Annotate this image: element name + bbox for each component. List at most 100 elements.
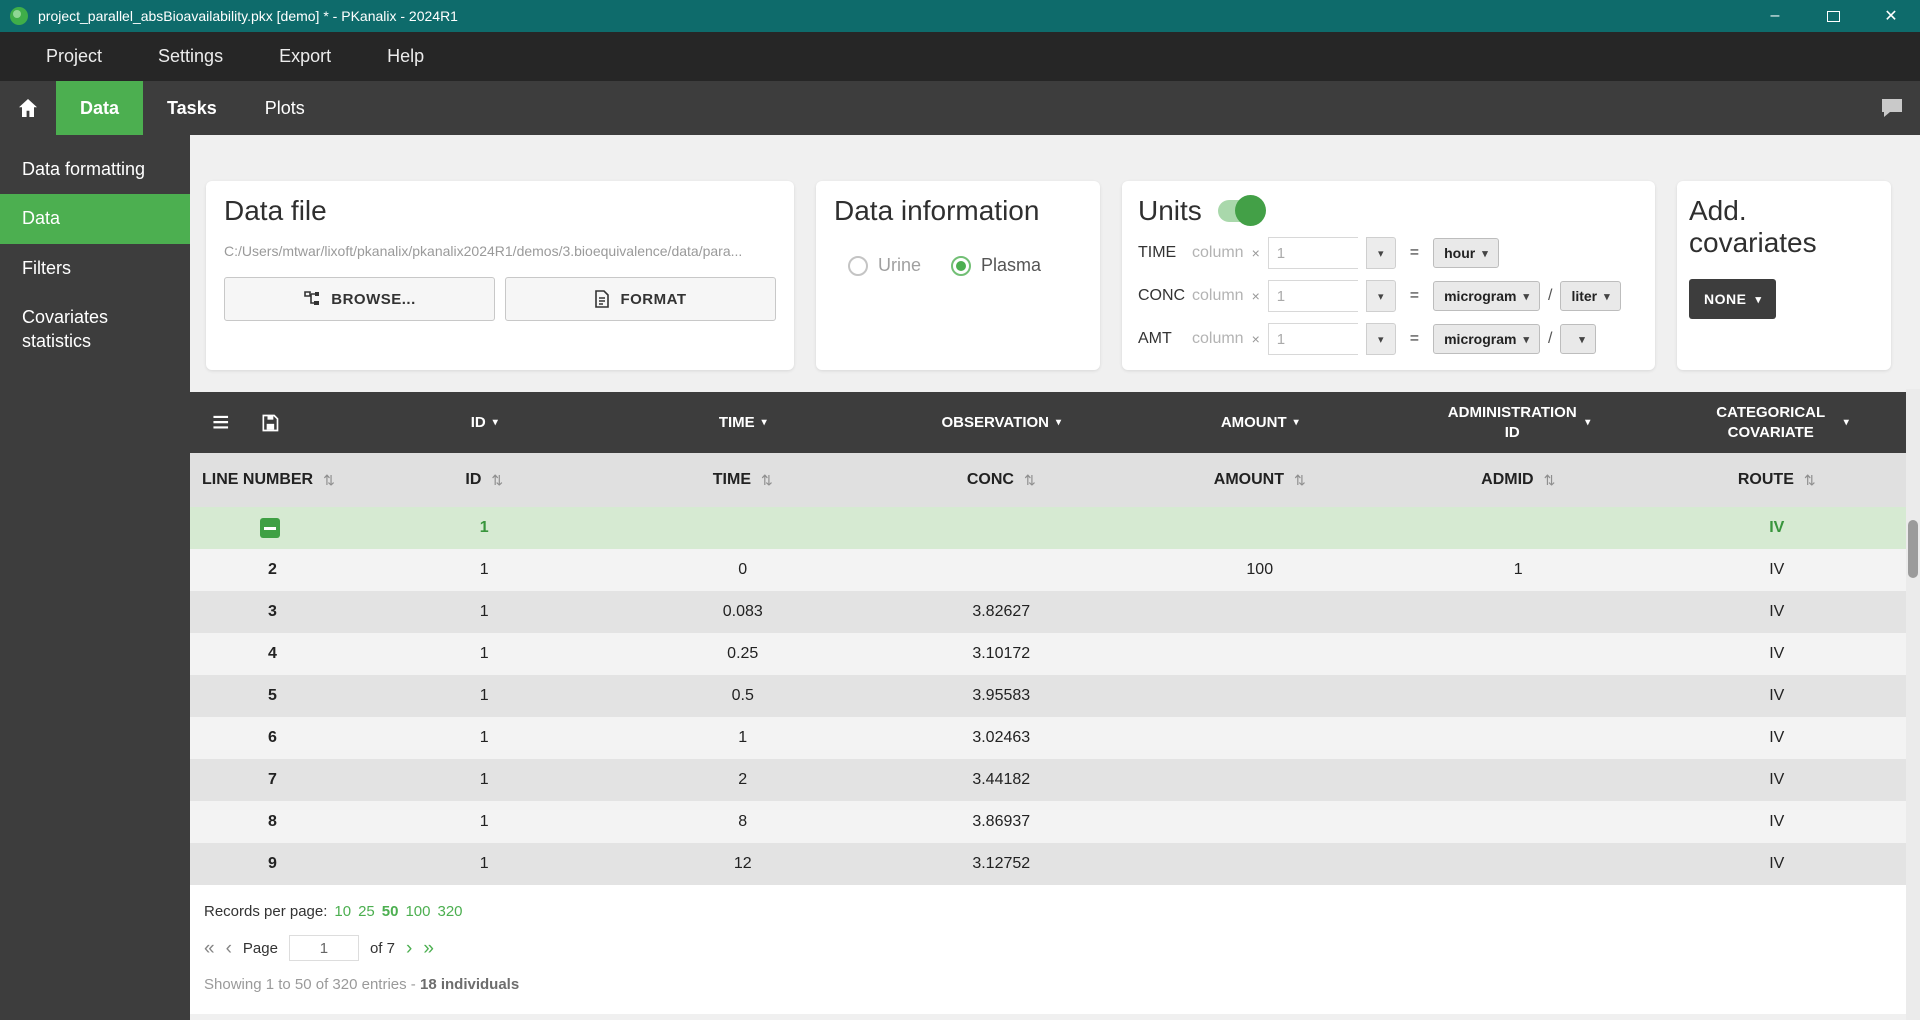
page-size-link[interactable]: 25 [358, 903, 375, 920]
chevron-down-icon: ▾ [1523, 333, 1529, 346]
conc-factor-input[interactable] [1268, 280, 1358, 312]
browse-button[interactable]: BROWSE... [224, 277, 495, 321]
column-mapping-dropdown[interactable]: ADMINISTRATION ID ▾ [1389, 403, 1648, 442]
column-mapping-dropdown[interactable]: TIME ▾ [614, 413, 873, 433]
sortable-column-header[interactable]: CONC ⇅ [872, 471, 1131, 489]
scrollbar-thumb[interactable] [1908, 520, 1918, 578]
maximize-button[interactable] [1804, 0, 1862, 32]
conc-column-dropdown[interactable]: ▾ [1366, 280, 1396, 312]
column-mapping-dropdown[interactable]: CATEGORICAL COVARIATE ▾ [1648, 403, 1907, 442]
page-size-link[interactable]: 10 [334, 903, 351, 920]
chevron-down-icon: ▾ [762, 416, 767, 429]
table-row[interactable]: 6 1 1 3.02463 IV [190, 717, 1906, 759]
table-column-header: LINE NUMBER ⇅ ID ⇅ TIME ⇅ CONC [190, 453, 1906, 507]
next-page-icon[interactable]: › [406, 939, 412, 958]
last-page-icon[interactable]: » [423, 939, 434, 958]
collapse-row-icon[interactable] [260, 518, 280, 538]
chevron-down-icon: ▾ [1378, 247, 1384, 260]
table-menu-icon[interactable]: ≡ [212, 408, 230, 438]
format-button[interactable]: FORMAT [505, 277, 776, 321]
amt-unit-dropdown[interactable]: microgram▾ [1433, 324, 1540, 354]
table-row[interactable]: 9 1 12 3.12752 IV [190, 843, 1906, 885]
table-row[interactable]: 1 IV [190, 507, 1906, 549]
table-row[interactable]: 2 1 0 100 1 IV [190, 549, 1906, 591]
titlebar: project_parallel_absBioavailability.pkx … [0, 0, 1920, 32]
column-mapping-dropdown[interactable]: AMOUNT ▾ [1131, 413, 1390, 433]
covariates-none-button[interactable]: NONE ▾ [1689, 279, 1776, 319]
tab[interactable]: Data [56, 81, 143, 135]
amt-factor-input[interactable] [1268, 323, 1358, 355]
conc-denominator-dropdown[interactable]: liter▾ [1560, 281, 1620, 311]
table-row[interactable]: 8 1 8 3.86937 IV [190, 801, 1906, 843]
table-row[interactable]: 5 1 0.5 3.95583 IV [190, 675, 1906, 717]
sidebar-item[interactable]: Filters [0, 244, 190, 293]
menu-item[interactable]: Help [359, 32, 452, 81]
data-file-title: Data file [224, 195, 776, 227]
conc-unit-dropdown[interactable]: microgram▾ [1433, 281, 1540, 311]
data-table: ≡ ID ▾ TIME ▾ OBSERVATION [190, 392, 1906, 1014]
units-title: Units [1138, 195, 1202, 227]
sortable-column-header[interactable]: LINE NUMBER ⇅ [190, 471, 355, 489]
save-icon[interactable] [260, 413, 280, 433]
showing-entries-label: Showing 1 to 50 of 320 entries - [204, 976, 420, 993]
page-size-link[interactable]: 320 [438, 903, 463, 920]
window-title: project_parallel_absBioavailability.pkx … [38, 8, 1746, 24]
chevron-down-icon: ▾ [1523, 290, 1529, 303]
sortable-column-header[interactable]: ADMID ⇅ [1389, 471, 1648, 489]
chevron-down-icon: ▾ [1604, 290, 1610, 303]
amt-denominator-dropdown[interactable]: ▾ [1560, 324, 1596, 354]
chevron-down-icon: ▾ [1585, 416, 1590, 429]
menu-item[interactable]: Export [251, 32, 359, 81]
table-body: 1 IV 2 1 0 100 1 IV [190, 507, 1906, 885]
sidebar-item[interactable]: Data formatting [0, 145, 190, 194]
column-mapping-dropdown[interactable]: ID ▾ [355, 413, 614, 433]
sort-icon: ⇅ [323, 472, 335, 489]
sidebar-item[interactable]: Covariates statistics [0, 293, 190, 366]
first-page-icon[interactable]: « [204, 939, 215, 958]
vertical-scrollbar[interactable] [1906, 389, 1920, 1020]
page-size-link[interactable]: 50 [382, 903, 399, 920]
sort-icon: ⇅ [761, 472, 773, 489]
data-information-card: Data information Urine Plasma [816, 181, 1100, 370]
matrix-radio-option[interactable]: Urine [848, 255, 921, 276]
matrix-radio-option[interactable]: Plasma [951, 255, 1041, 276]
sortable-column-header[interactable]: ID ⇅ [355, 471, 614, 489]
data-file-path: C:/Users/mtwar/lixoft/pkanalix/pkanalix2… [224, 243, 776, 259]
units-row-conc: CONC column × ▾ = microgram▾ / liter▾ [1138, 279, 1639, 313]
home-icon[interactable] [0, 81, 56, 135]
minimize-button[interactable]: – [1746, 0, 1804, 32]
tab[interactable]: Plots [241, 81, 329, 135]
table-row[interactable]: 7 1 2 3.44182 IV [190, 759, 1906, 801]
chevron-down-icon: ▾ [1755, 293, 1761, 306]
time-column-dropdown[interactable]: ▾ [1366, 237, 1396, 269]
sortable-column-header[interactable]: ROUTE ⇅ [1648, 471, 1907, 489]
menu-item[interactable]: Project [18, 32, 130, 81]
table-row[interactable]: 4 1 0.25 3.10172 IV [190, 633, 1906, 675]
times-icon: × [1252, 331, 1260, 347]
page-size-link[interactable]: 100 [405, 903, 430, 920]
tab[interactable]: Tasks [143, 81, 241, 135]
table-row[interactable]: 3 1 0.083 3.82627 IV [190, 591, 1906, 633]
menu-item[interactable]: Settings [130, 32, 251, 81]
sort-icon: ⇅ [1804, 472, 1816, 489]
units-toggle[interactable] [1218, 200, 1264, 222]
sidebar: Data formattingDataFiltersCovariates sta… [0, 135, 190, 1020]
chevron-down-icon: ▾ [1294, 416, 1299, 429]
previous-page-icon[interactable]: ‹ [226, 939, 232, 958]
browse-tree-icon [303, 290, 321, 308]
close-button[interactable]: ✕ [1862, 0, 1920, 32]
units-card: Units TIME column × ▾ = hour▾ CONC colum… [1122, 181, 1655, 370]
units-row-time: TIME column × ▾ = hour▾ [1138, 236, 1639, 270]
amt-column-dropdown[interactable]: ▾ [1366, 323, 1396, 355]
sortable-column-header[interactable]: TIME ⇅ [614, 471, 873, 489]
maximize-icon [1827, 11, 1840, 22]
sortable-column-header[interactable]: AMOUNT ⇅ [1131, 471, 1390, 489]
time-unit-dropdown[interactable]: hour▾ [1433, 238, 1499, 268]
time-factor-input[interactable] [1268, 237, 1358, 269]
column-mapping-dropdown[interactable]: OBSERVATION ▾ [872, 413, 1131, 433]
chevron-down-icon: ▾ [1056, 416, 1061, 429]
records-per-page-label: Records per page: [204, 903, 327, 920]
page-number-input[interactable] [289, 935, 359, 961]
sidebar-item[interactable]: Data [0, 194, 190, 243]
comment-bubble-icon[interactable] [1864, 81, 1920, 135]
